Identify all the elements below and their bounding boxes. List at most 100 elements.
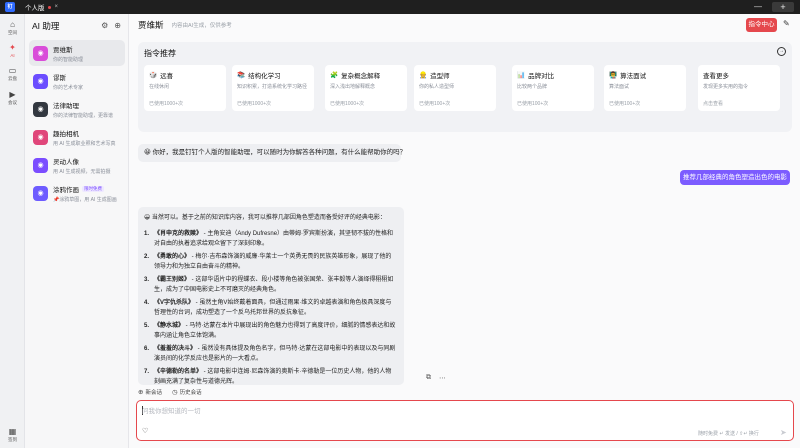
app-logo: 钉 — [5, 2, 15, 12]
send-icon[interactable]: ➤ — [780, 428, 787, 437]
agent-item-legal[interactable]: ◉ 法律助理 你的法律智能助理，更靠谱 — [29, 96, 125, 122]
agent-desc: 你的法律智能助理，更靠谱 — [53, 112, 114, 119]
history-button[interactable]: ◷ 历史会话 — [172, 388, 202, 396]
add-assistant-icon[interactable]: ⊕ — [114, 21, 121, 30]
card-title: 查看更多 — [703, 73, 729, 80]
card-usage: 已使用1000+次 — [237, 101, 272, 107]
new-chat-button[interactable]: ⊕ 新会话 — [138, 388, 162, 396]
recommend-card[interactable]: 🎲 远喜 在线休闲 已使用1000+次 — [144, 65, 226, 111]
item-number: 7. — [144, 369, 150, 375]
title-bar: 钉 个人版 × — + — [0, 0, 800, 14]
copy-icon[interactable]: ⧉ — [426, 374, 431, 382]
user-message: 推荐几部经典的角色塑造出色的电影 — [680, 170, 790, 185]
chart-icon: 📊 — [517, 72, 526, 79]
card-desc: 比较两个品牌 — [517, 84, 548, 90]
recommend-card[interactable]: 👨‍🏫 算法面试 算法面试 已使用100+次 — [604, 65, 686, 111]
agent-item-doodle[interactable]: ◉ 涂鸦作画 限时免费 📌涂鸦草图，用 AI 生成图画 — [29, 180, 125, 206]
card-desc: 算法面试 — [609, 84, 630, 90]
card-title: 复杂概念解释 — [341, 73, 381, 80]
agent-item-camera[interactable]: ◉ 趣拍相机 用 AI 生成职业照和艺术写真 — [29, 124, 125, 150]
assistant-answer: 😀 当然可以。基于之前的知识库内容，我可以推荐几部因角色塑造而备受好评的经典电影… — [138, 207, 404, 385]
chat-input[interactable] — [142, 405, 542, 417]
card-usage: 已使用1000+次 — [149, 101, 184, 107]
lightbulb-icon[interactable]: ♡ — [142, 427, 148, 435]
tab-close-icon[interactable]: × — [55, 4, 59, 10]
recommend-card[interactable]: 📚 结构化学习 知识积累，打造系统化学习路径 已使用1000+次 — [232, 65, 314, 111]
agent-name: 涂鸦作画 — [53, 186, 79, 194]
notification-dot — [47, 5, 51, 9]
page-subtitle: 内容由AI生成，仅供参考 — [171, 23, 232, 29]
movie-list: 1. 《肖申克的救赎》 - 主角安迪（Andy Dufresne）由蒂姆·罗宾斯扮… — [144, 229, 396, 387]
rail-label: 云盘 — [8, 76, 17, 81]
agent-item-portrait[interactable]: ◉ 灵动人像 用 AI 生成视频，无需拍摄 — [29, 152, 125, 178]
new-chat-label: 新会话 — [145, 390, 162, 396]
movie-title: 《辛德勒的名单》 — [154, 369, 203, 375]
list-item: 4. 《V字仇杀队》 - 虽然主角V始终戴着面具，但通过雨果·维文的卓越表演和角色… — [144, 298, 396, 318]
list-item: 5. 《静水城》 - 马特·达蒙在本片中展现出的角色魅力也得到了高度评价，细腻的情… — [144, 321, 396, 341]
free-badge: 限时免费 — [82, 185, 104, 192]
assistant-sidebar: AI 助理 ⚙ ⊕ ◉ 贾维斯 你的智能助理 ◉ 谬斯 你的艺术专家 ◉ 法律助… — [25, 14, 129, 448]
card-desc: 发现更多实用的指令 — [703, 84, 749, 90]
card-usage: 已使用100+次 — [609, 101, 641, 107]
agent-desc: 你的艺术专家 — [53, 84, 84, 91]
item-number: 4. — [144, 300, 150, 306]
recommend-card[interactable]: 🧩 复杂概念解释 深入浅出地解释概念 已使用1000+次 — [325, 65, 407, 111]
rail-item-cloud-drive[interactable]: ▭ 云盘 — [0, 66, 25, 82]
agent-avatar: ◉ — [33, 185, 48, 201]
list-item: 3. 《霸王别姬》 - 这部华语片中的程蝶衣、段小楼等角色被张国荣、张丰毅等人演绎… — [144, 275, 396, 295]
agent-name: 贾维斯 — [53, 46, 73, 54]
space-icon: ⌂ — [10, 20, 15, 29]
agent-name: 谬斯 — [53, 74, 66, 82]
teacher-icon: 👨‍🏫 — [609, 72, 618, 79]
movie-title: 《静水城》 — [154, 323, 185, 329]
recommend-card[interactable]: 📊 品牌对比 比较两个品牌 已使用100+次 — [512, 65, 594, 111]
history-icon: ◷ — [171, 389, 178, 396]
command-center-button[interactable]: 指令中心 — [746, 18, 777, 32]
more-icon[interactable]: ⋯ — [439, 374, 446, 382]
recommend-panel: 指令推荐 → 🎲 远喜 在线休闲 已使用1000+次 📚 结构化学习 知识积累，打造… — [138, 42, 792, 132]
rail-item-calendar[interactable]: ▦ 签到 — [0, 427, 25, 443]
list-item: 7. 《辛德勒的名单》 - 这部电影中连姆·尼森饰演的奥斯卡·辛德勒是一位历史人物… — [144, 367, 396, 387]
card-usage: 已使用1000+次 — [330, 101, 365, 107]
settings-gear-icon[interactable]: ⚙ — [101, 21, 108, 30]
agent-item-jarvis[interactable]: ◉ 贾维斯 你的智能助理 — [29, 40, 125, 66]
recommend-title: 指令推荐 — [144, 49, 176, 58]
window-tab[interactable]: 个人版 × — [20, 2, 63, 13]
agent-item-muse[interactable]: ◉ 谬斯 你的艺术专家 — [29, 68, 125, 94]
movie-title: 《肖申克的救赎》 — [154, 231, 203, 237]
rail-item-ai[interactable]: ✦ AI — [0, 43, 25, 58]
sidebar-title: AI 助理 — [32, 20, 60, 31]
history-label: 历史会话 — [179, 390, 202, 396]
card-desc: 在线休闲 — [149, 84, 170, 90]
rail-label: AI — [10, 53, 15, 58]
agent-avatar: ◉ — [33, 45, 48, 61]
rail-item-meeting[interactable]: ▶ 会议 — [0, 90, 25, 106]
answer-intro: 😀 当然可以。基于之前的知识库内容，我可以推荐几部因角色塑造而备受好评的经典电影… — [144, 215, 386, 221]
edit-icon[interactable]: ✎ — [783, 19, 790, 28]
tab-label: 个人版 — [25, 5, 45, 12]
meeting-icon: ▶ — [9, 90, 16, 99]
item-number: 2. — [144, 254, 150, 260]
minimize-icon[interactable]: — — [750, 2, 766, 12]
agent-avatar: ◉ — [33, 101, 48, 117]
card-usage: 已使用100+次 — [419, 101, 451, 107]
rail-item-space[interactable]: ⌂ 空间 — [0, 20, 25, 36]
arrow-right-icon[interactable]: → — [777, 47, 786, 56]
books-icon: 📚 — [237, 72, 246, 79]
left-rail: ⌂ 空间 ✦ AI ▭ 云盘 ▶ 会议 ▦ 签到 — [0, 14, 25, 448]
agent-desc: 用 AI 生成视频，无需拍摄 — [53, 168, 111, 175]
new-chat-icon: ⊕ — [138, 389, 144, 396]
stylist-icon: 👷 — [419, 72, 428, 79]
new-tab-button[interactable]: + — [772, 2, 794, 12]
cloud-drive-icon: ▭ — [8, 66, 17, 75]
agent-name: 趣拍相机 — [53, 130, 79, 138]
card-title: 远喜 — [160, 73, 174, 80]
agent-name: 法律助理 — [53, 102, 79, 110]
rail-label: 签到 — [8, 437, 17, 442]
item-number: 3. — [144, 277, 150, 283]
agent-desc: 📌涂鸦草图，用 AI 生成图画 — [53, 196, 117, 203]
agent-avatar: ◉ — [33, 129, 48, 145]
chat-input-box[interactable]: ♡ 随时免费 ↵ 发送 / ⇧↵ 换行 ➤ — [136, 400, 794, 441]
recommend-card-more[interactable]: 查看更多 发现更多实用的指令 点击查看 — [698, 65, 780, 111]
recommend-card[interactable]: 👷 造型师 你的私人造型师 已使用100+次 — [414, 65, 496, 111]
